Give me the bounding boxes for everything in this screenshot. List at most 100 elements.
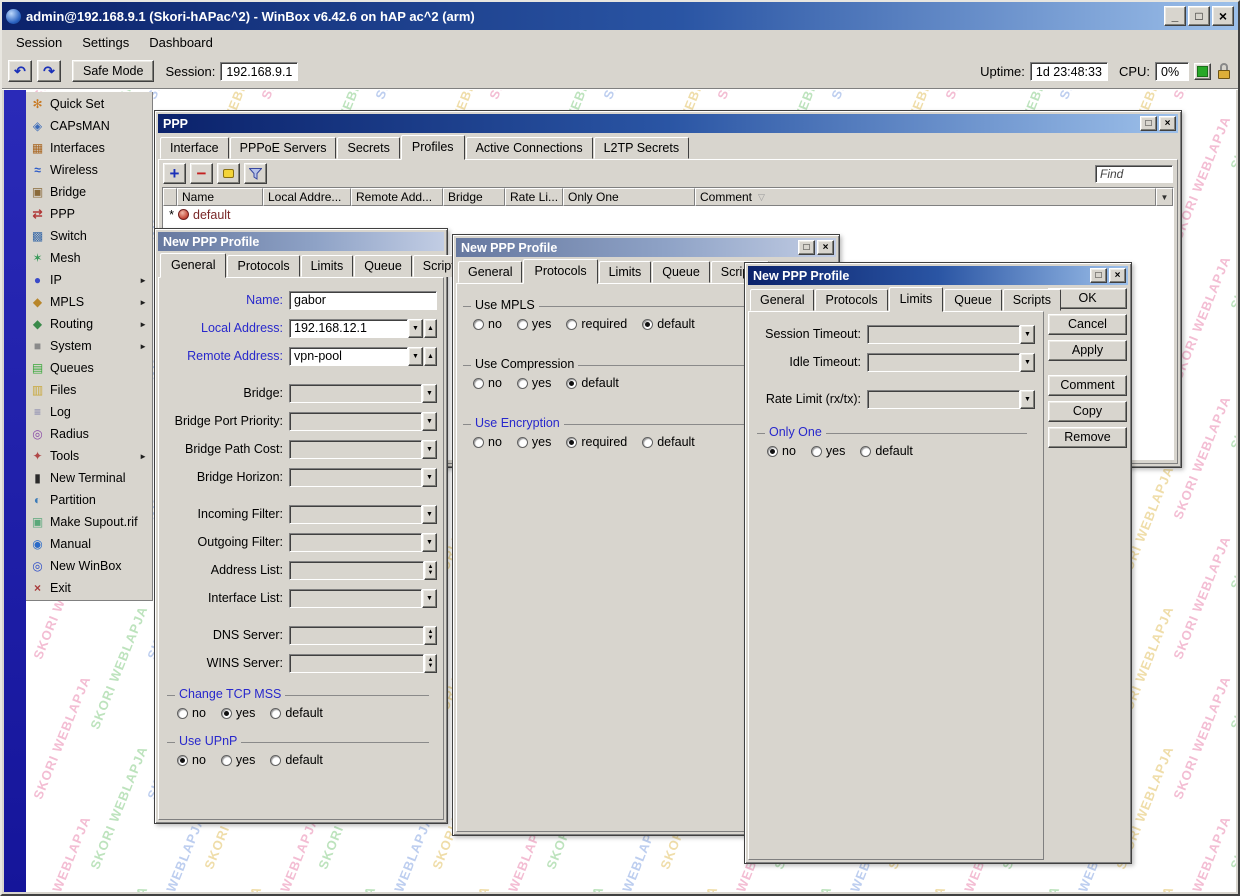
- dialog-limits-close-button[interactable]: ×: [1109, 268, 1126, 283]
- dlg-limits-tab-limits[interactable]: Limits: [889, 287, 944, 312]
- sidebar-item-ppp[interactable]: ⇄PPP: [26, 203, 152, 225]
- ppp-window-titlebar[interactable]: PPP □ ×: [158, 114, 1178, 133]
- ppp-tab-active-connections[interactable]: Active Connections: [466, 137, 593, 159]
- remove-button-dialog[interactable]: Remove: [1048, 427, 1127, 448]
- remote-address-input[interactable]: [289, 347, 408, 366]
- radio-use-encryption-no[interactable]: no: [473, 435, 502, 449]
- sidebar-item-routing[interactable]: ◆Routing►: [26, 313, 152, 335]
- find-input[interactable]: [1095, 165, 1173, 183]
- outgoing-filter-dropdown-button[interactable]: ▼: [422, 533, 437, 552]
- radio-use-mpls-default[interactable]: default: [642, 317, 695, 331]
- dlg-protocols-tab-general[interactable]: General: [458, 261, 522, 283]
- dlg-limits-tab-general[interactable]: General: [750, 289, 814, 311]
- remove-button[interactable]: −: [190, 163, 213, 184]
- filter-button[interactable]: [244, 163, 267, 184]
- bridge-path-cost-dropdown-button[interactable]: ▼: [422, 440, 437, 459]
- column-remote-address[interactable]: Remote Add...: [351, 188, 443, 206]
- safe-mode-button[interactable]: Safe Mode: [72, 60, 154, 82]
- bridge-horizon-dropdown-button[interactable]: ▼: [422, 468, 437, 487]
- copy-button[interactable]: Copy: [1048, 401, 1127, 422]
- name-input[interactable]: [289, 291, 437, 310]
- dlg-protocols-tab-limits[interactable]: Limits: [599, 261, 652, 283]
- session-timeout-dropdown-button[interactable]: ▼: [1020, 325, 1035, 344]
- dialog-limits-maximize-button[interactable]: □: [1090, 268, 1107, 283]
- dialog-protocols-close-button[interactable]: ×: [817, 240, 834, 255]
- column-name[interactable]: Name: [177, 188, 263, 206]
- interface-list-input[interactable]: [289, 589, 422, 608]
- dlg-general-tab-general[interactable]: General: [160, 253, 226, 278]
- interface-list-dropdown-button[interactable]: ▼: [422, 589, 437, 608]
- bridge-input[interactable]: [289, 384, 422, 403]
- sidebar-item-mpls[interactable]: ◆MPLS►: [26, 291, 152, 313]
- sidebar-item-queues[interactable]: ▤Queues: [26, 357, 152, 379]
- ppp-close-button[interactable]: ×: [1159, 116, 1176, 131]
- radio-only-one-no[interactable]: no: [767, 444, 796, 458]
- apply-button[interactable]: Apply: [1048, 340, 1127, 361]
- address-list-spinner[interactable]: ▲▼: [424, 561, 437, 580]
- incoming-filter-input[interactable]: [289, 505, 422, 524]
- sidebar-item-new-terminal[interactable]: ▮New Terminal: [26, 467, 152, 489]
- radio-use-encryption-required[interactable]: required: [566, 435, 627, 449]
- rate-limit-input[interactable]: [867, 390, 1020, 409]
- local-address-input[interactable]: [289, 319, 408, 338]
- radio-use-compression-default[interactable]: default: [566, 376, 619, 390]
- local-address-collapse-button[interactable]: ▲: [424, 319, 437, 338]
- radio-use-upnp-default[interactable]: default: [270, 753, 323, 767]
- sidebar-item-manual[interactable]: ◉Manual: [26, 533, 152, 555]
- radio-only-one-yes[interactable]: yes: [811, 444, 845, 458]
- undo-button[interactable]: ↶: [8, 60, 32, 82]
- dns-server-input[interactable]: [289, 626, 424, 645]
- redo-button[interactable]: ↷: [37, 60, 61, 82]
- session-value[interactable]: 192.168.9.1: [220, 62, 298, 81]
- column-rate-limit[interactable]: Rate Li...: [505, 188, 563, 206]
- radio-use-compression-yes[interactable]: yes: [517, 376, 551, 390]
- rate-limit-dropdown-button[interactable]: ▼: [1020, 390, 1035, 409]
- sidebar-item-ip[interactable]: ●IP►: [26, 269, 152, 291]
- remote-address-dropdown-button[interactable]: ▼: [408, 347, 423, 366]
- dlg-general-tab-queue[interactable]: Queue: [354, 255, 412, 277]
- ppp-maximize-button[interactable]: □: [1140, 116, 1157, 131]
- dlg-limits-tab-protocols[interactable]: Protocols: [815, 289, 887, 311]
- ppp-tab-l2tp-secrets[interactable]: L2TP Secrets: [594, 137, 690, 159]
- sidebar-item-exit[interactable]: ×Exit: [26, 577, 152, 599]
- sidebar-item-system[interactable]: ■System►: [26, 335, 152, 357]
- radio-use-mpls-yes[interactable]: yes: [517, 317, 551, 331]
- sidebar-item-files[interactable]: ▥Files: [26, 379, 152, 401]
- radio-use-upnp-yes[interactable]: yes: [221, 753, 255, 767]
- dialog-protocols-titlebar[interactable]: New PPP Profile □ ×: [456, 238, 836, 257]
- sidebar-item-new-winbox[interactable]: ◎New WinBox: [26, 555, 152, 577]
- cancel-button[interactable]: Cancel: [1048, 314, 1127, 335]
- bridge-horizon-input[interactable]: [289, 468, 422, 487]
- sidebar-item-switch[interactable]: ▩Switch: [26, 225, 152, 247]
- sidebar-item-make-supout-rif[interactable]: ▣Make Supout.rif: [26, 511, 152, 533]
- idle-timeout-dropdown-button[interactable]: ▼: [1020, 353, 1035, 372]
- radio-change-tcp-mss-yes[interactable]: yes: [221, 706, 255, 720]
- dlg-protocols-tab-protocols[interactable]: Protocols: [523, 259, 597, 284]
- sidebar-item-partition[interactable]: ◐Partition: [26, 489, 152, 511]
- ppp-tab-interface[interactable]: Interface: [160, 137, 229, 159]
- bridge-port-priority-input[interactable]: [289, 412, 422, 431]
- address-list-input[interactable]: [289, 561, 424, 580]
- outgoing-filter-input[interactable]: [289, 533, 422, 552]
- incoming-filter-dropdown-button[interactable]: ▼: [422, 505, 437, 524]
- session-timeout-input[interactable]: [867, 325, 1020, 344]
- maximize-button[interactable]: □: [1188, 6, 1210, 26]
- sidebar-item-wireless[interactable]: ≈Wireless: [26, 159, 152, 181]
- dlg-limits-tab-queue[interactable]: Queue: [944, 289, 1002, 311]
- radio-use-mpls-required[interactable]: required: [566, 317, 627, 331]
- local-address-dropdown-button[interactable]: ▼: [408, 319, 423, 338]
- sidebar-item-quick-set[interactable]: ✻Quick Set: [26, 93, 152, 115]
- close-button[interactable]: ×: [1212, 6, 1234, 26]
- dialog-protocols-maximize-button[interactable]: □: [798, 240, 815, 255]
- column-bridge[interactable]: Bridge: [443, 188, 505, 206]
- wins-server-spinner[interactable]: ▲▼: [424, 654, 437, 673]
- radio-use-upnp-no[interactable]: no: [177, 753, 206, 767]
- column-only-one[interactable]: Only One: [563, 188, 695, 206]
- sidebar-item-log[interactable]: ≡Log: [26, 401, 152, 423]
- comment-button-dialog[interactable]: Comment: [1048, 375, 1127, 396]
- radio-change-tcp-mss-default[interactable]: default: [270, 706, 323, 720]
- dlg-limits-tab-scripts[interactable]: Scripts: [1003, 289, 1061, 311]
- bridge-port-priority-dropdown-button[interactable]: ▼: [422, 412, 437, 431]
- dns-server-spinner[interactable]: ▲▼: [424, 626, 437, 645]
- sidebar-item-mesh[interactable]: ✶Mesh: [26, 247, 152, 269]
